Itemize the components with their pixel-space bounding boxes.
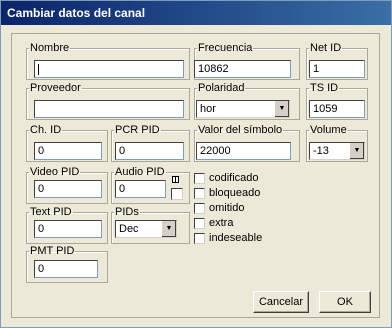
dropdown-arrow-icon[interactable]: ▼ — [349, 143, 364, 159]
volume-select[interactable]: -13 ▼ — [309, 142, 365, 160]
omitido-label: omitido — [209, 202, 245, 214]
valor-simbolo-input[interactable]: 22000 — [196, 142, 291, 160]
audio-pid-input[interactable]: 0 — [115, 180, 166, 198]
polaridad-label: Polaridad — [198, 82, 245, 94]
cancel-button[interactable]: Cancelar — [253, 291, 309, 313]
ch-id-label: Ch. ID — [30, 124, 62, 136]
net-id-input[interactable]: 1 — [309, 60, 365, 78]
pids-label: PIDs — [115, 206, 139, 218]
video-pid-label: Video PID — [30, 166, 80, 178]
extra-label: extra — [209, 217, 234, 229]
polaridad-select[interactable]: hor ▼ — [196, 100, 290, 118]
change-channel-dialog: Cambiar datos del canal Nombre Frecuenci… — [0, 0, 392, 328]
window-title: Cambiar datos del canal — [1, 1, 391, 25]
dropdown-arrow-icon[interactable]: ▼ — [161, 221, 176, 237]
frecuencia-input[interactable]: 10862 — [194, 60, 291, 78]
bloqueado-label: bloqueado — [209, 187, 261, 199]
nombre-label: Nombre — [30, 42, 70, 54]
pids-select[interactable]: Dec ▼ — [115, 220, 177, 238]
omitido-checkbox[interactable] — [194, 203, 205, 214]
polaridad-value: hor — [200, 103, 216, 115]
ts-id-input[interactable]: 1059 — [309, 100, 365, 118]
audio-pid-label: Audio PID — [115, 166, 165, 178]
ch-id-input[interactable]: 0 — [34, 142, 102, 160]
codificado-checkbox[interactable] — [194, 173, 205, 184]
nombre-input[interactable] — [34, 60, 184, 78]
volume-value: -13 — [313, 145, 329, 157]
pcr-pid-input[interactable]: 0 — [115, 142, 184, 160]
text-pid-label: Text PID — [30, 206, 72, 218]
codificado-label: codificado — [209, 172, 259, 184]
audio-extra-checkbox[interactable] — [171, 188, 183, 200]
extra-checkbox[interactable] — [194, 218, 205, 229]
ts-id-label: TS ID — [310, 82, 339, 94]
dropdown-arrow-icon[interactable]: ▼ — [274, 101, 289, 117]
bloqueado-checkbox[interactable] — [194, 188, 205, 199]
net-id-label: Net ID — [310, 42, 342, 54]
ok-button[interactable]: OK — [319, 291, 371, 313]
volume-label: Volume — [310, 124, 347, 136]
pcr-pid-label: PCR PID — [115, 124, 160, 136]
proveedor-input[interactable] — [34, 100, 184, 118]
text-caret — [38, 63, 39, 75]
valor-simbolo-label: Valor del símbolo — [198, 124, 283, 136]
frecuencia-label: Frecuencia — [198, 42, 253, 54]
indeseable-checkbox[interactable] — [194, 233, 205, 244]
proveedor-label: Proveedor — [30, 82, 81, 94]
pids-value: Dec — [119, 223, 139, 235]
indeseable-label: indeseable — [209, 232, 263, 244]
pmt-pid-input[interactable]: 0 — [34, 260, 98, 278]
audio-options-icon[interactable] — [172, 176, 179, 183]
video-pid-input[interactable]: 0 — [34, 180, 102, 198]
text-pid-input[interactable]: 0 — [34, 220, 102, 238]
pmt-pid-label: PMT PID — [30, 245, 75, 257]
